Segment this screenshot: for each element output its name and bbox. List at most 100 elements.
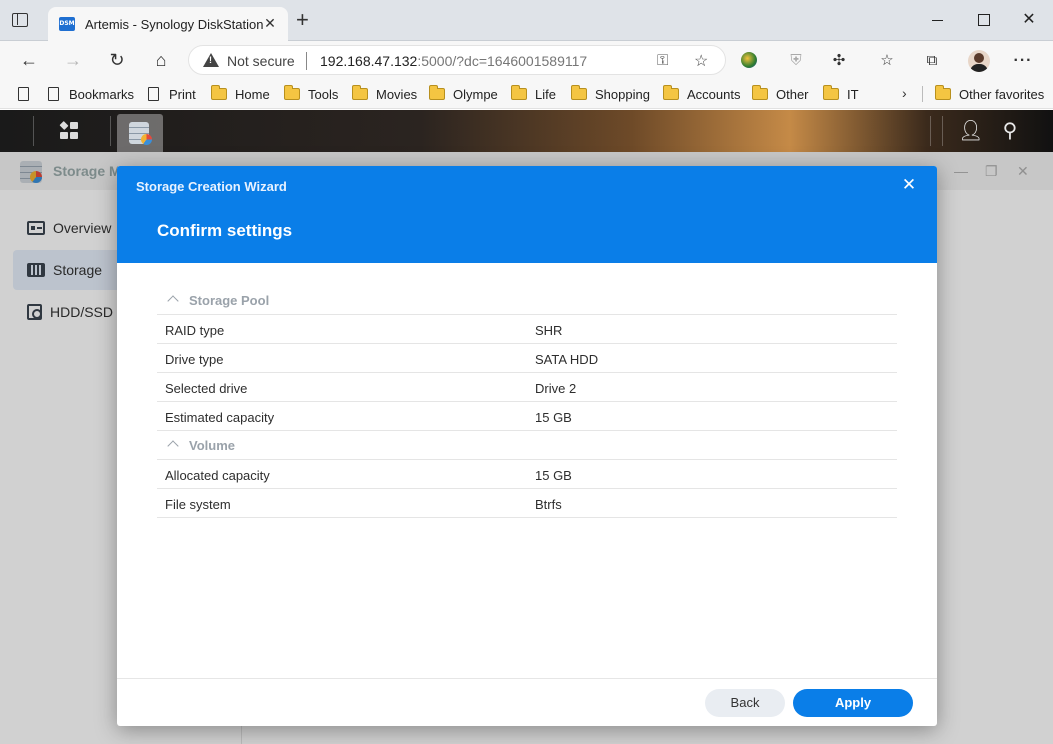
summary-row: Allocated capacity 15 GB bbox=[157, 460, 897, 489]
row-value: Btrfs bbox=[535, 497, 562, 512]
bookmark-folder[interactable]: Life bbox=[511, 85, 556, 103]
url-text[interactable]: 192.168.47.132:5000/?dc=1646001589117 bbox=[320, 53, 587, 69]
grid-square bbox=[60, 132, 68, 139]
bookmarks-bar: Bookmarks Print Home Tools Movies Olympe… bbox=[0, 79, 1053, 109]
forward-arrow-icon[interactable]: → bbox=[62, 49, 84, 71]
bookmark-label: Shopping bbox=[595, 86, 650, 102]
window-minimize-icon[interactable] bbox=[930, 12, 946, 28]
browser-toolbar: ← → ↻ ⌂ Not secure 192.168.47.132:5000/?… bbox=[0, 41, 1053, 79]
folder-icon bbox=[935, 85, 951, 100]
wizard-title: Storage Creation Wizard bbox=[136, 179, 287, 194]
row-key: Estimated capacity bbox=[165, 410, 275, 425]
shield-extension-icon[interactable]: ⛨ bbox=[786, 51, 806, 71]
url-path: :5000/?dc=1646001589117 bbox=[417, 53, 588, 69]
user-icon[interactable]: 👤︎ bbox=[958, 119, 983, 143]
folder-icon bbox=[511, 85, 527, 100]
search-icon[interactable]: ⚲ bbox=[998, 119, 1022, 143]
chevron-up-icon[interactable] bbox=[167, 295, 179, 307]
bookmark-folder[interactable]: Shopping bbox=[571, 85, 650, 103]
row-value: SATA HDD bbox=[535, 352, 599, 367]
address-divider bbox=[306, 52, 307, 70]
other-favorites-folder[interactable]: Other favorites bbox=[935, 85, 1044, 103]
summary-row: RAID type SHR bbox=[157, 315, 897, 344]
bookmark-folder[interactable]: Tools bbox=[284, 85, 338, 103]
bookmark-folder[interactable]: Accounts bbox=[663, 85, 740, 103]
bookmark-label: Home bbox=[235, 86, 270, 102]
security-label[interactable]: Not secure bbox=[227, 53, 295, 69]
back-arrow-icon[interactable]: ← bbox=[18, 49, 40, 71]
globe-extension-icon[interactable] bbox=[741, 52, 757, 68]
storage-manager-taskbar-icon[interactable] bbox=[117, 114, 163, 152]
add-favorite-icon[interactable]: ☆ bbox=[694, 51, 708, 71]
summary-row: Drive type SATA HDD bbox=[157, 344, 897, 373]
bookmark-label: Movies bbox=[376, 86, 418, 102]
grid-square bbox=[70, 132, 78, 139]
favorites-icon[interactable]: ☆ bbox=[877, 51, 897, 71]
tab-actions-icon[interactable] bbox=[12, 13, 28, 27]
summary-row: Selected drive Drive 2 bbox=[157, 373, 897, 402]
key-icon[interactable]: ⚿ bbox=[657, 52, 668, 69]
extensions-puzzle-icon[interactable]: ✣ bbox=[829, 51, 849, 71]
chevron-right-icon[interactable]: › bbox=[902, 85, 907, 101]
folder-icon bbox=[823, 85, 839, 100]
group-title: Volume bbox=[189, 438, 235, 453]
tab-close-icon[interactable]: ✕ bbox=[262, 15, 278, 32]
folder-icon bbox=[352, 85, 368, 100]
grid-square bbox=[59, 120, 69, 131]
taskbar-divider bbox=[930, 116, 931, 146]
address-bar[interactable]: Not secure 192.168.47.132:5000/?dc=16460… bbox=[188, 45, 726, 75]
collections-icon[interactable]: ⧉ bbox=[922, 51, 942, 71]
bookmark-item[interactable]: Bookmarks bbox=[48, 85, 134, 103]
folder-icon bbox=[211, 85, 227, 100]
bookmark-folder[interactable]: IT bbox=[823, 85, 859, 103]
warning-icon[interactable] bbox=[203, 53, 219, 67]
wizard-header: Storage Creation Wizard ✕ Confirm settin… bbox=[117, 166, 937, 263]
settings-summary: Storage Pool RAID type SHR Drive type SA… bbox=[157, 286, 897, 518]
back-button[interactable]: Back bbox=[705, 689, 785, 717]
browser-tab-bar: DSM Artemis - Synology DiskStation ✕ + ✕ bbox=[0, 0, 1053, 41]
main-menu-icon[interactable] bbox=[59, 120, 80, 140]
row-key: Selected drive bbox=[165, 381, 248, 396]
refresh-icon[interactable]: ↻ bbox=[106, 49, 128, 71]
window-close-icon[interactable]: ✕ bbox=[1021, 12, 1037, 28]
bookmark-apps[interactable] bbox=[18, 85, 39, 103]
grid-square bbox=[70, 122, 78, 129]
bookmark-item[interactable]: Print bbox=[148, 85, 196, 103]
bookmark-folder[interactable]: Home bbox=[211, 85, 270, 103]
dsm-taskbar: 👤︎ ⚲ bbox=[0, 110, 1053, 152]
chevron-up-icon[interactable] bbox=[167, 440, 179, 452]
summary-row: File system Btrfs bbox=[157, 489, 897, 518]
row-value: 15 GB bbox=[535, 410, 572, 425]
row-key: File system bbox=[165, 497, 231, 512]
folder-icon bbox=[429, 85, 445, 100]
other-favorites-label: Other favorites bbox=[959, 86, 1045, 102]
bookmark-label: Accounts bbox=[687, 86, 741, 102]
bookmark-label: Other bbox=[776, 86, 809, 102]
summary-row: Estimated capacity 15 GB bbox=[157, 402, 897, 431]
row-key: RAID type bbox=[165, 323, 225, 338]
page-icon bbox=[48, 87, 59, 101]
close-icon[interactable]: ✕ bbox=[900, 176, 918, 194]
url-host: 192.168.47.132 bbox=[320, 53, 418, 69]
row-key: Allocated capacity bbox=[165, 468, 270, 483]
bookmark-label: Tools bbox=[308, 86, 339, 102]
page-icon bbox=[148, 87, 159, 101]
new-tab-icon[interactable]: + bbox=[296, 9, 309, 31]
more-options-icon[interactable]: ··· bbox=[1013, 51, 1033, 71]
browser-tab[interactable]: DSM Artemis - Synology DiskStation ✕ bbox=[48, 7, 288, 41]
group-header-storage-pool[interactable]: Storage Pool bbox=[157, 286, 897, 315]
bookmark-label: Print bbox=[169, 86, 196, 102]
group-header-volume[interactable]: Volume bbox=[157, 431, 897, 460]
home-icon[interactable]: ⌂ bbox=[150, 49, 172, 71]
dsm-favicon-icon: DSM bbox=[59, 17, 75, 31]
wizard-footer: Back Apply bbox=[117, 678, 937, 726]
taskbar-divider bbox=[33, 116, 34, 146]
bookmark-folder[interactable]: Olympe bbox=[429, 85, 498, 103]
bookmarks-divider bbox=[922, 86, 923, 102]
profile-avatar[interactable] bbox=[968, 50, 990, 72]
bookmark-folder[interactable]: Movies bbox=[352, 85, 417, 103]
folder-icon bbox=[663, 85, 679, 100]
window-maximize-icon[interactable] bbox=[976, 12, 992, 28]
apply-button[interactable]: Apply bbox=[793, 689, 913, 717]
bookmark-folder[interactable]: Other bbox=[752, 85, 809, 103]
